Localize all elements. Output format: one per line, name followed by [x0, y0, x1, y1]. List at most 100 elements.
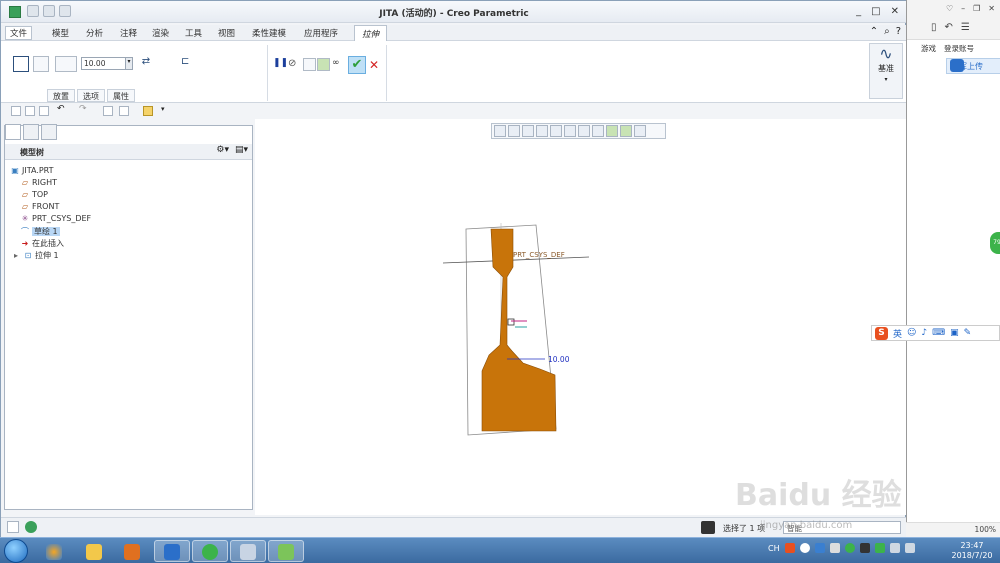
flip-direction-icon[interactable]: ⇄ — [138, 56, 154, 72]
tab-view[interactable]: 视图 — [215, 27, 238, 39]
start-button[interactable] — [4, 539, 28, 563]
undo-icon[interactable]: ↶ — [57, 104, 67, 114]
navigator-toggle-icon[interactable] — [7, 521, 19, 533]
model-tree-tab[interactable] — [5, 124, 21, 140]
ime-tools-icon[interactable]: ✎ — [964, 328, 972, 338]
tree-settings-icon[interactable]: ⚙▾ — [216, 145, 229, 155]
tree-node-front[interactable]: ▱ FRONT — [20, 202, 59, 214]
ok-checkmark-button[interactable]: ✔ — [348, 56, 366, 74]
ime-keyboard-icon[interactable]: ⌨ — [932, 328, 945, 338]
close-window-icon[interactable] — [143, 106, 153, 116]
tree-node-sketch[interactable]: ⌒ 草绘 1 — [20, 226, 60, 238]
taskbar-app-paint[interactable] — [230, 540, 266, 562]
attached-preview-icon[interactable] — [303, 58, 316, 71]
system-clock[interactable]: 23:47 2018/7/20 — [946, 541, 998, 561]
verify-glasses-icon[interactable]: ∞ — [332, 58, 348, 74]
display-tray-icon[interactable] — [904, 543, 915, 553]
new-icon[interactable] — [11, 106, 21, 116]
thicken-icon[interactable]: ⊏ — [181, 56, 197, 72]
taskbar-app-baidu[interactable] — [154, 540, 190, 562]
help-tray-icon[interactable] — [799, 543, 810, 553]
browser-menu-icon[interactable]: ☰ — [961, 22, 970, 33]
find-icon[interactable] — [701, 521, 715, 534]
favorites-tab[interactable] — [41, 124, 57, 140]
expand-ribbon-icon[interactable]: ⌃ — [870, 26, 878, 37]
pause-icon[interactable]: ❚❚ — [273, 58, 289, 74]
cancel-x-button[interactable]: ✕ — [369, 58, 385, 74]
tree-node-insert-here[interactable]: ➜ 在此插入 — [20, 238, 64, 250]
language-indicator[interactable]: CH — [768, 544, 780, 553]
file-menu[interactable]: 文件 — [5, 26, 33, 40]
browser-minimize-button[interactable]: – — [961, 4, 965, 13]
ime-mic-icon[interactable]: ♪ — [921, 328, 927, 338]
tree-show-icon[interactable]: ▤▾ — [235, 145, 248, 155]
ime-toolbar[interactable]: S 英 ☺ ♪ ⌨ ▣ ✎ — [871, 325, 1000, 341]
tab-extrude[interactable]: 拉伸 — [354, 25, 387, 41]
expand-arrow-icon[interactable]: ▸ — [11, 251, 21, 260]
app-tray-icon[interactable] — [874, 543, 885, 553]
tab-annotate[interactable]: 注释 — [117, 27, 140, 39]
games-link[interactable]: 游戏 — [921, 43, 936, 54]
tab-flexible-modeling[interactable]: 柔性建模 — [249, 27, 289, 39]
browser-zoom[interactable]: 100% — [975, 525, 996, 534]
minimize-button[interactable]: _ — [856, 6, 861, 17]
no-preview-icon[interactable]: ⊘ — [288, 58, 304, 74]
taskbar-app-creo[interactable] — [268, 540, 304, 562]
folder-browser-tab[interactable] — [23, 124, 39, 140]
browser-undo-icon[interactable]: ↶ — [945, 22, 953, 33]
browser-close-button[interactable]: ✕ — [988, 4, 995, 13]
remove-material-icon[interactable] — [159, 56, 175, 72]
tree-node-top[interactable]: ▱ TOP — [20, 190, 48, 202]
tab-analysis[interactable]: 分析 — [83, 27, 106, 39]
datum-group-button[interactable]: ∿ 基准 ▾ — [869, 43, 903, 99]
sogou-tray-icon[interactable] — [784, 543, 795, 553]
datum-dropdown-icon: ▾ — [884, 76, 888, 83]
tab-applications[interactable]: 应用程序 — [301, 27, 341, 39]
notification-icon[interactable] — [829, 543, 840, 553]
windows-icon[interactable] — [119, 106, 129, 116]
tree-node-csys[interactable]: ✳ PRT_CSYS_DEF — [20, 214, 92, 226]
tab-tools[interactable]: 工具 — [182, 27, 205, 39]
tree-node-part[interactable]: ▣ JITA.PRT — [10, 166, 53, 178]
ime-mode[interactable]: 英 — [893, 327, 902, 340]
browser-restore-button[interactable]: ❐ — [973, 4, 980, 13]
subtab-options[interactable]: 选项 — [77, 89, 105, 102]
tree-node-right[interactable]: ▱ RIGHT — [20, 178, 57, 190]
detached-preview-icon[interactable] — [317, 58, 330, 71]
search-icon[interactable]: ⌕ — [884, 26, 890, 37]
customize-qat-icon[interactable]: ▾ — [161, 105, 171, 115]
surface-extrude-button[interactable] — [33, 56, 49, 72]
solid-extrude-button[interactable] — [13, 56, 29, 72]
tab-model[interactable]: 模型 — [49, 27, 72, 39]
ime-skin-icon[interactable]: ▣ — [950, 328, 959, 338]
depth-option-button[interactable] — [55, 56, 77, 72]
redo-icon[interactable]: ↷ — [79, 104, 89, 114]
subtab-placement[interactable]: 放置 — [47, 89, 75, 102]
subtab-properties[interactable]: 属性 — [107, 89, 135, 102]
browser-toggle-icon[interactable] — [25, 521, 37, 533]
login-link[interactable]: 登录账号 — [944, 43, 974, 54]
close-button[interactable]: ✕ — [891, 6, 899, 17]
speed-bubble[interactable]: 79 — [990, 232, 1000, 254]
help-icon[interactable]: ? — [896, 26, 901, 37]
taskbar-app-browser[interactable] — [36, 540, 72, 562]
tree-node-extrude[interactable]: ▸ ⊡ 拉伸 1 — [11, 250, 59, 262]
open-icon[interactable] — [25, 106, 35, 116]
tablet-icon[interactable]: ▯ — [931, 22, 937, 33]
volume-icon[interactable] — [889, 543, 900, 553]
maximize-button[interactable]: □ — [871, 6, 880, 17]
taskbar-app-explorer[interactable] — [76, 540, 112, 562]
taskbar-app-360[interactable] — [192, 540, 228, 562]
ime-emoji-icon[interactable]: ☺ — [907, 328, 916, 338]
depth-dropdown-arrow[interactable]: ▾ — [125, 57, 133, 70]
model-viewport[interactable]: PRT_CSYS_DEF 10.00 — [255, 119, 907, 515]
graphics-area[interactable]: PRT_CSYS_DEF 10.00 — [255, 119, 907, 515]
regenerate-icon[interactable] — [103, 106, 113, 116]
save-icon[interactable] — [39, 106, 49, 116]
network-tray-icon[interactable] — [814, 543, 825, 553]
security-tray-icon[interactable] — [844, 543, 855, 553]
taskbar-app-media[interactable] — [114, 540, 150, 562]
browser-skin-icon[interactable]: ♡ — [946, 4, 953, 13]
battery-icon[interactable] — [859, 543, 870, 553]
tab-render[interactable]: 渲染 — [149, 27, 172, 39]
